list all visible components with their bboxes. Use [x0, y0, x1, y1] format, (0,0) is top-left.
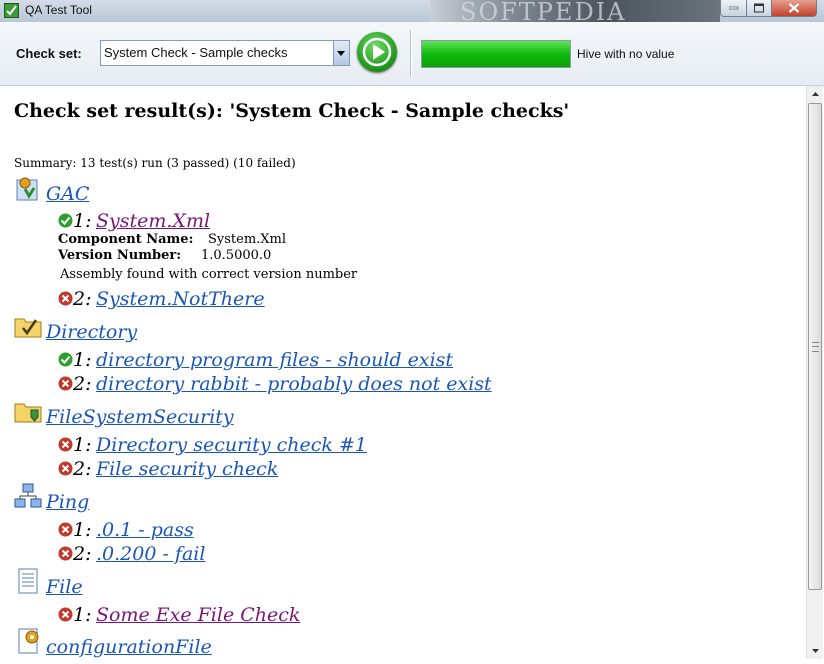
directory-icon — [14, 318, 42, 338]
check-link[interactable]: System.Xml — [96, 210, 210, 232]
network-icon — [14, 483, 42, 508]
fail-icon — [58, 376, 73, 391]
check-number: 2: — [73, 288, 92, 310]
fail-icon — [58, 522, 73, 537]
progress-fill — [422, 41, 570, 67]
vertical-scrollbar[interactable] — [806, 86, 823, 659]
detail-version: Version Number: — [58, 248, 181, 263]
folder-security-icon — [14, 403, 42, 423]
status-text: Hive with no value — [577, 47, 675, 61]
fail-icon — [58, 546, 73, 561]
check-link[interactable]: System.NotThere — [96, 288, 265, 310]
progress-bar — [421, 40, 571, 68]
results-summary: Summary: 13 test(s) run (3 passed) (10 f… — [14, 156, 296, 170]
version-number-value: 1.0.5000.0 — [201, 248, 272, 263]
group-link-gac[interactable]: GAC — [46, 183, 89, 205]
results-panel: Check set result(s): 'System Check - Sam… — [0, 86, 806, 659]
minimize-button[interactable] — [720, 0, 747, 17]
detail-component: Component Name: — [58, 232, 193, 247]
check-number: 1: — [73, 604, 92, 626]
gac-icon — [16, 177, 38, 201]
check-number: 1: — [73, 210, 92, 232]
check-number: 2: — [73, 373, 92, 395]
check-link[interactable]: directory rabbit - probably does not exi… — [96, 373, 492, 395]
check-link[interactable]: Directory security check #1 — [96, 434, 367, 456]
check-link[interactable]: Some Exe File Check — [96, 604, 300, 626]
check-number: 1: — [73, 349, 92, 371]
check-link[interactable]: .0.1 - pass — [96, 519, 194, 541]
check-set-label: Check set: — [16, 46, 82, 61]
close-button[interactable] — [771, 0, 817, 17]
results-title: Check set result(s): 'System Check - Sam… — [14, 100, 570, 122]
group-link-configurationfile[interactable]: configurationFile — [46, 636, 212, 658]
app-check-icon — [4, 3, 19, 18]
fail-icon — [58, 437, 73, 452]
group-link-file[interactable]: File — [46, 576, 83, 598]
check-link[interactable]: File security check — [96, 458, 278, 480]
fail-icon — [58, 291, 73, 306]
play-icon — [362, 37, 392, 67]
version-number-label: Version Number: — [58, 248, 182, 263]
check-set-dropdown[interactable]: System Check - Sample checks — [100, 40, 350, 66]
check-number: 1: — [73, 519, 92, 541]
chevron-up-icon — [812, 92, 819, 96]
scrollbar-thumb[interactable] — [808, 103, 822, 590]
check-number: 2: — [73, 543, 92, 565]
toolbar-separator — [410, 30, 412, 76]
grip-icon — [812, 342, 819, 352]
check-set-value: System Check - Sample checks — [104, 45, 288, 60]
component-name-value: System.Xml — [208, 232, 287, 247]
component-name-label: Component Name: — [58, 232, 194, 247]
dropdown-arrow-button[interactable] — [333, 41, 349, 65]
scroll-up-button[interactable] — [807, 86, 824, 103]
chevron-down-icon — [812, 649, 819, 653]
fail-icon — [58, 607, 73, 622]
fail-icon — [58, 461, 73, 476]
detail-message: Assembly found with correct version numb… — [60, 267, 358, 282]
maximize-button[interactable] — [746, 0, 772, 17]
document-icon — [18, 568, 38, 594]
chevron-down-icon — [337, 51, 345, 56]
watermark: SOFTPEDIA — [430, 0, 720, 22]
pass-icon — [58, 352, 73, 367]
scroll-down-button[interactable] — [807, 642, 824, 659]
group-link-filesystemsecurity[interactable]: FileSystemSecurity — [46, 406, 234, 428]
check-number: 2: — [73, 458, 92, 480]
title-bar: QA Test Tool SOFTPEDIA — [0, 0, 824, 23]
window-title: QA Test Tool — [25, 3, 92, 17]
pass-icon — [58, 213, 73, 228]
run-button[interactable] — [357, 32, 397, 72]
group-link-ping[interactable]: Ping — [46, 491, 89, 513]
toolbar: Check set: System Check - Sample checks … — [0, 22, 824, 86]
config-file-icon — [18, 628, 39, 654]
check-number: 1: — [73, 434, 92, 456]
group-link-directory[interactable]: Directory — [46, 321, 137, 343]
check-link[interactable]: .0.200 - fail — [96, 543, 205, 565]
check-link[interactable]: directory program files - should exist — [96, 349, 453, 371]
